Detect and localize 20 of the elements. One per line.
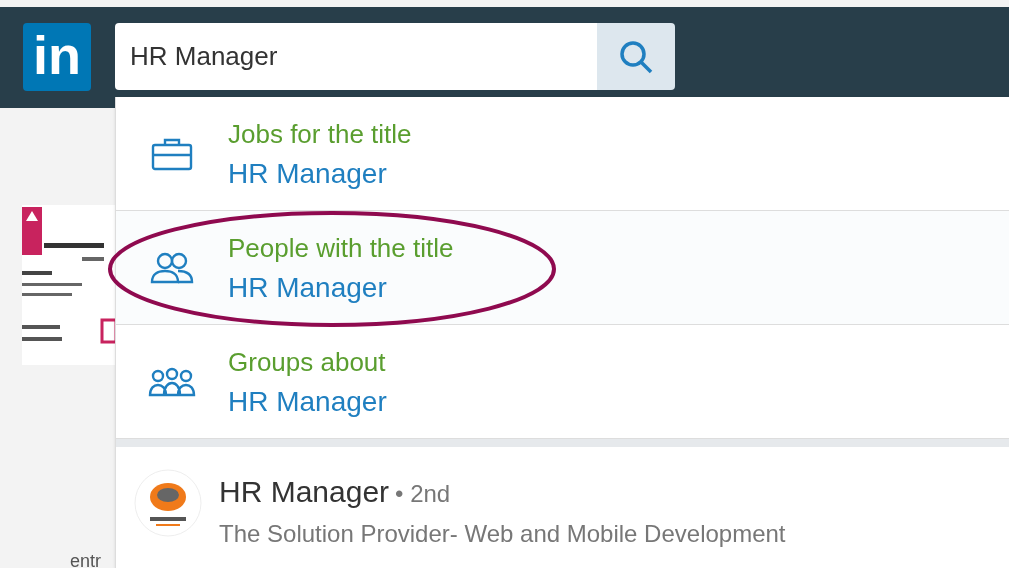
suggestion-value: HR Manager xyxy=(228,270,388,305)
search-button[interactable] xyxy=(597,23,675,90)
logo[interactable]: in xyxy=(23,23,91,91)
company-logo-icon xyxy=(133,469,202,537)
suggestion-label: Groups about xyxy=(228,345,387,379)
suggestion-value: HR Manager xyxy=(228,384,387,419)
people-icon xyxy=(148,250,196,285)
suggestion-item[interactable]: Jobs for the title HR Manager xyxy=(116,97,1009,211)
briefcase-icon xyxy=(150,136,194,171)
search-icon xyxy=(618,38,654,75)
suggestion-label: People with the title xyxy=(228,231,454,265)
suggestion-item[interactable]: People with the title HR Manager xyxy=(116,211,1009,325)
result-headline: The Solution Provider- Web and Mobile Development xyxy=(219,519,787,549)
connection-degree: • 2nd xyxy=(395,479,451,509)
suggestion-item[interactable]: Groups about HR Manager xyxy=(116,325,1009,439)
background-text: entr xyxy=(70,550,102,568)
search-field[interactable]: HR Manager xyxy=(115,23,597,90)
suggestion-label: Jobs for the title xyxy=(228,117,412,151)
suggestion-value: HR Manager xyxy=(228,156,388,191)
result-name[interactable]: HR Manager xyxy=(219,469,390,514)
